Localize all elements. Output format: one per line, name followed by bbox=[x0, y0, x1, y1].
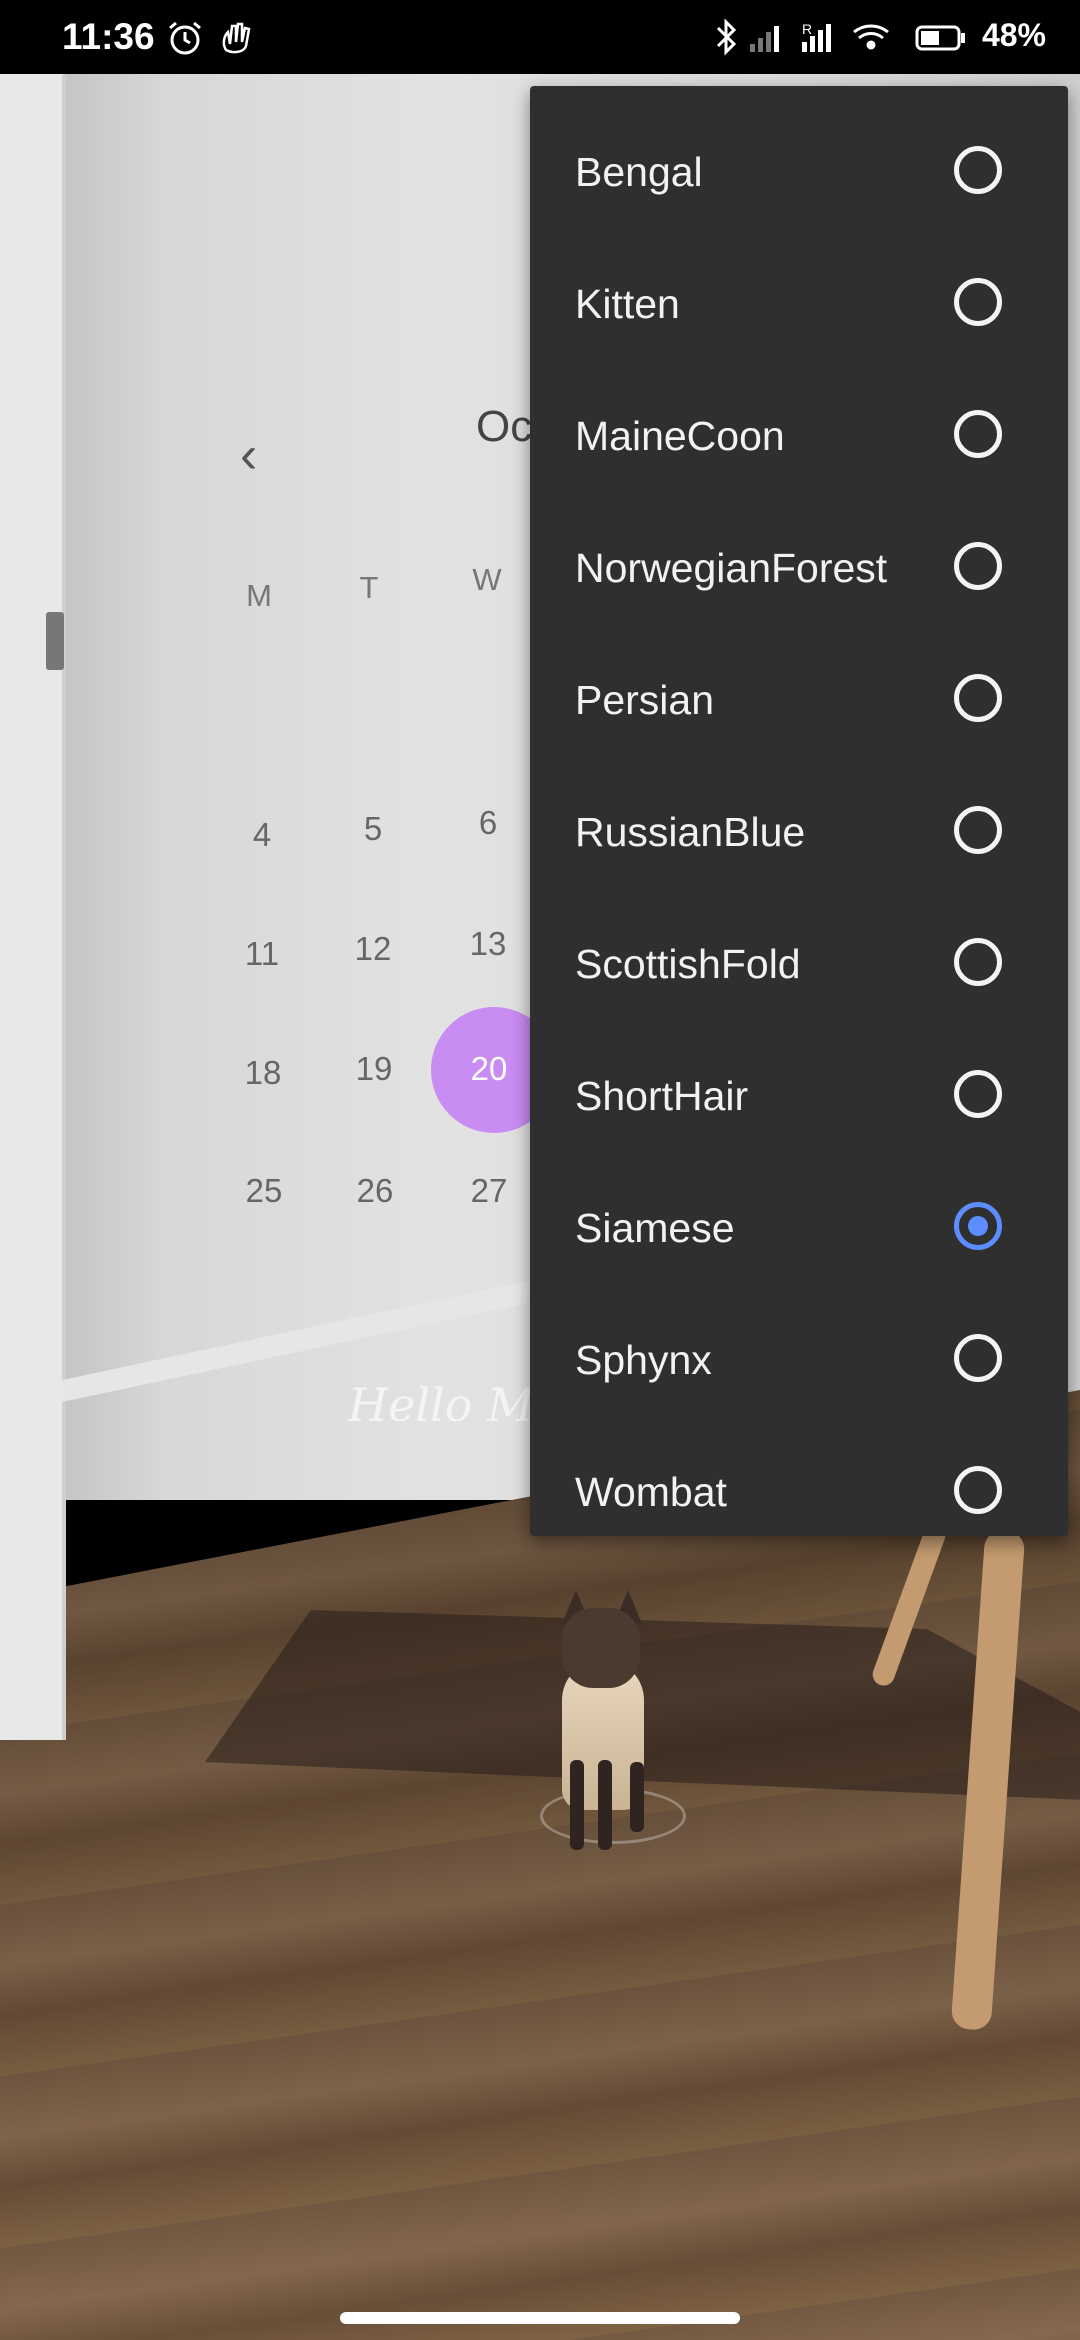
option-label: Persian bbox=[575, 677, 715, 723]
option-label: Kitten bbox=[575, 281, 680, 327]
calendar-prev-month-button[interactable]: ‹ bbox=[240, 429, 280, 481]
option-label: ShortHair bbox=[575, 1073, 749, 1119]
battery-icon bbox=[915, 25, 965, 51]
menu-option-bengal[interactable]: Bengal bbox=[530, 108, 1068, 240]
menu-option-persian[interactable]: Persian bbox=[530, 636, 1068, 768]
menu-option-russianblue[interactable]: RussianBlue bbox=[530, 768, 1068, 900]
menu-option-scottishfold[interactable]: ScottishFold bbox=[530, 900, 1068, 1032]
home-gesture-bar[interactable] bbox=[340, 2312, 740, 2324]
menu-option-siamese[interactable]: Siamese bbox=[530, 1164, 1068, 1296]
cat-leg bbox=[570, 1760, 584, 1850]
radio-button[interactable] bbox=[954, 278, 1002, 326]
calendar-day[interactable]: 19 bbox=[329, 1050, 419, 1088]
radio-button[interactable] bbox=[954, 674, 1002, 722]
system-status-icons: R bbox=[716, 18, 965, 56]
svg-text:R: R bbox=[802, 21, 812, 37]
calendar-day[interactable]: 5 bbox=[328, 810, 418, 848]
calendar-day[interactable]: 27 bbox=[444, 1172, 534, 1210]
menu-option-wombat[interactable]: Wombat bbox=[530, 1428, 1068, 1560]
radio-button[interactable] bbox=[954, 806, 1002, 854]
menu-option-mainecoon[interactable]: MaineCoon bbox=[530, 372, 1068, 504]
wifi-icon bbox=[853, 24, 889, 50]
option-label: Bengal bbox=[575, 149, 703, 195]
option-label: ScottishFold bbox=[575, 941, 801, 987]
cat-leg bbox=[598, 1760, 612, 1850]
alarm-icon bbox=[169, 21, 201, 55]
siamese-cat-ar-model[interactable] bbox=[540, 1590, 686, 1850]
weekday-header: M bbox=[246, 578, 272, 613]
battery-percentage: 48% bbox=[981, 17, 1046, 53]
calendar-month-title: Oc bbox=[476, 402, 533, 451]
option-label: RussianBlue bbox=[575, 809, 806, 855]
cat-breed-dropdown-menu: Bengal Kitten MaineCoon NorwegianForest … bbox=[530, 86, 1068, 1536]
radio-button[interactable] bbox=[954, 146, 1002, 194]
weekday-header: W bbox=[472, 562, 502, 597]
menu-option-norwegianforest[interactable]: NorwegianForest bbox=[530, 504, 1068, 636]
calendar-day[interactable]: 18 bbox=[218, 1054, 308, 1092]
status-time: 11:36 bbox=[62, 16, 155, 57]
option-label: MaineCoon bbox=[575, 413, 785, 459]
calendar-day[interactable]: 4 bbox=[217, 816, 307, 854]
calendar-day[interactable]: 25 bbox=[219, 1172, 309, 1210]
menu-option-shorthair[interactable]: ShortHair bbox=[530, 1032, 1068, 1164]
signal-icon bbox=[750, 26, 779, 52]
calendar-day-selected[interactable]: 20 bbox=[444, 1050, 534, 1088]
radio-button[interactable] bbox=[954, 1070, 1002, 1118]
option-label: Siamese bbox=[575, 1205, 735, 1251]
radio-button-selected[interactable] bbox=[954, 1202, 1002, 1250]
radio-button[interactable] bbox=[954, 542, 1002, 590]
status-bar: 11:36 R 48% bbox=[0, 0, 1080, 74]
cat-leg bbox=[630, 1762, 644, 1832]
option-label: Wombat bbox=[575, 1469, 727, 1515]
cat-head bbox=[562, 1608, 640, 1688]
option-label: NorwegianForest bbox=[575, 545, 888, 591]
door-handle bbox=[46, 612, 64, 670]
door-edge bbox=[0, 70, 66, 1740]
radio-button[interactable] bbox=[954, 410, 1002, 458]
signal-roaming-icon: R bbox=[802, 21, 831, 52]
calendar-day[interactable]: 6 bbox=[443, 804, 533, 842]
menu-option-sphynx[interactable]: Sphynx bbox=[530, 1296, 1068, 1428]
calendar-day[interactable]: 13 bbox=[443, 925, 533, 963]
menu-option-kitten[interactable]: Kitten bbox=[530, 240, 1068, 372]
calendar-day[interactable]: 26 bbox=[330, 1172, 420, 1210]
option-label: Sphynx bbox=[575, 1337, 712, 1383]
weekday-header: T bbox=[359, 570, 379, 605]
radio-button[interactable] bbox=[954, 938, 1002, 986]
radio-button[interactable] bbox=[954, 1466, 1002, 1514]
bluetooth-icon bbox=[716, 18, 737, 56]
radio-button[interactable] bbox=[954, 1334, 1002, 1382]
calendar-day[interactable]: 12 bbox=[328, 930, 418, 968]
gesture-icon bbox=[222, 22, 251, 54]
calendar-day[interactable]: 11 bbox=[217, 935, 307, 973]
